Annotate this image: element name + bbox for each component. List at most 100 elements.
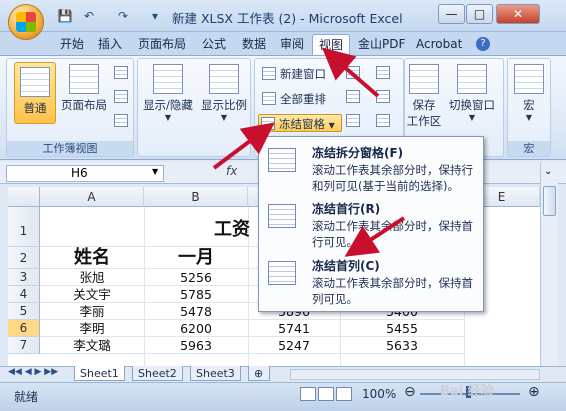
row-header[interactable]: 5 <box>8 303 40 320</box>
menu-item-freeze-panes[interactable]: 冻结拆分窗格(F) 滚动工作表其余部分时，保持行和列可见(基于当前的选择)。 <box>260 140 482 196</box>
tab-review[interactable]: 审阅 <box>274 34 310 54</box>
normal-view-status-icon[interactable] <box>300 387 316 401</box>
expand-formula-bar-icon[interactable]: ⌄ <box>544 166 552 177</box>
tab-kingsoft-pdf[interactable]: 金山PDF <box>352 34 411 54</box>
tab-home[interactable]: 开始 <box>54 34 90 54</box>
minimize-button[interactable]: — <box>438 4 465 24</box>
freeze-first-column-icon <box>268 261 296 285</box>
name-box-chevron-down-icon[interactable]: ▼ <box>152 167 158 176</box>
save-workspace-button[interactable]: 保存 工作区 <box>402 64 446 129</box>
cell-b6[interactable]: 6200 <box>144 320 248 337</box>
cell-a2[interactable]: 姓名 <box>40 247 144 269</box>
sheet-tab-sheet1[interactable]: Sheet1 <box>74 366 125 381</box>
page-layout-status-icon[interactable] <box>318 387 334 401</box>
page-break-status-icon[interactable] <box>336 387 352 401</box>
cell-b7[interactable]: 5963 <box>144 337 248 354</box>
cell-a7[interactable]: 李文璐 <box>40 337 144 354</box>
row-header[interactable]: 1 <box>8 207 40 247</box>
select-all-corner[interactable] <box>8 187 40 207</box>
page-break-preview-icon[interactable] <box>114 66 128 79</box>
cell-b3[interactable]: 5256 <box>144 269 248 286</box>
show-hide-label: 显示/隐藏 <box>143 98 193 112</box>
cell-b1[interactable]: 工资 <box>110 207 250 247</box>
cell-a4[interactable]: 关文宇 <box>40 286 144 303</box>
insert-function-icon[interactable]: fx <box>226 164 237 178</box>
qat-customize-icon[interactable]: ▾ <box>146 8 164 24</box>
maximize-button[interactable]: □ <box>466 4 493 24</box>
macros-label: 宏 <box>523 98 535 112</box>
save-workspace-icon <box>409 64 439 94</box>
freeze-panes-button[interactable]: 冻结窗格 ▼ <box>258 114 342 132</box>
menu-item-desc: 滚动工作表其余部分时，保持首行可见。 <box>312 219 473 249</box>
cell-d6[interactable]: 5455 <box>340 320 464 337</box>
scroll-thumb[interactable] <box>543 186 556 216</box>
row-header[interactable]: 2 <box>8 247 40 269</box>
tab-insert[interactable]: 插入 <box>92 34 128 54</box>
office-button[interactable] <box>8 4 44 40</box>
arrange-all-button[interactable]: 全部重排 <box>260 90 326 108</box>
group-label-workbook-views: 工作簿视图 <box>7 141 133 156</box>
synchronous-scrolling-icon[interactable] <box>376 90 390 103</box>
cell-b4[interactable]: 5785 <box>144 286 248 303</box>
vertical-scrollbar[interactable] <box>540 162 558 366</box>
unhide-window-icon[interactable] <box>346 114 360 127</box>
tab-formulas[interactable]: 公式 <box>196 34 232 54</box>
cell-a6[interactable]: 李明 <box>40 320 144 337</box>
menu-item-freeze-first-column[interactable]: 冻结首列(C) 滚动工作表其余部分时，保持首列可见。 <box>260 253 482 309</box>
status-ready: 就绪 <box>14 390 39 404</box>
normal-view-button[interactable]: 普通 <box>14 62 56 124</box>
switch-windows-button[interactable]: 切换窗口 ▼ <box>444 64 500 122</box>
magnifier-icon <box>209 64 239 94</box>
save-workspace-label-2: 工作区 <box>406 114 442 128</box>
freeze-panes-icon <box>261 117 275 130</box>
close-button[interactable]: ✕ <box>496 4 540 24</box>
undo-icon[interactable]: ↶ <box>80 8 98 24</box>
normal-view-label: 普通 <box>23 101 47 115</box>
cell-c6[interactable]: 5741 <box>248 320 340 337</box>
row-header[interactable]: 6 <box>8 320 40 337</box>
show-hide-button[interactable]: 显示/隐藏 ▼ <box>140 64 196 122</box>
split-icon[interactable] <box>346 66 360 79</box>
tab-acrobat[interactable]: Acrobat <box>410 34 468 54</box>
cell-c7[interactable]: 5247 <box>248 337 340 354</box>
macros-icon <box>514 64 544 94</box>
show-hide-icon <box>153 64 183 94</box>
view-side-by-side-icon[interactable] <box>376 66 390 79</box>
cell-b5[interactable]: 5478 <box>144 303 248 320</box>
save-icon[interactable]: 💾 <box>56 8 74 24</box>
cell-a5[interactable]: 李丽 <box>40 303 144 320</box>
tab-view[interactable]: 视图 <box>312 34 351 56</box>
help-icon[interactable]: ? <box>476 37 490 51</box>
zoom-out-icon[interactable]: ⊖ <box>404 384 416 400</box>
row-header[interactable]: 7 <box>8 337 40 354</box>
window-title: 新建 XLSX 工作表 (2) - Microsoft Excel <box>172 11 403 26</box>
tab-page-layout[interactable]: 页面布局 <box>132 34 192 54</box>
macros-button[interactable]: 宏 ▼ <box>510 64 548 122</box>
sheet-tab-sheet3[interactable]: Sheet3 <box>190 366 241 381</box>
column-header-a[interactable]: A <box>40 187 144 207</box>
name-box[interactable]: H6 <box>6 165 164 182</box>
page-layout-view-button[interactable]: 页面布局 <box>58 64 110 113</box>
zoom-button[interactable]: 显示比例 ▼ <box>198 64 250 122</box>
cell-a3[interactable]: 张旭 <box>40 269 144 286</box>
custom-views-icon[interactable] <box>114 90 128 103</box>
cell-b2[interactable]: 一月 <box>144 247 248 269</box>
menu-item-freeze-top-row[interactable]: 冻结首行(R) 滚动工作表其余部分时，保持首行可见。 <box>260 196 482 252</box>
sheet-nav-first-icon[interactable]: ◀◀ ◀ ▶ ▶▶ <box>8 367 58 377</box>
tab-data[interactable]: 数据 <box>236 34 272 54</box>
full-screen-icon[interactable] <box>114 114 128 127</box>
cell-d7[interactable]: 5633 <box>340 337 464 354</box>
redo-icon[interactable]: ↷ <box>114 8 132 24</box>
row-header[interactable]: 4 <box>8 286 40 303</box>
row-header[interactable]: 3 <box>8 269 40 286</box>
sheet-tab-sheet2[interactable]: Sheet2 <box>132 366 183 381</box>
insert-sheet-icon[interactable]: ⊕ <box>248 366 270 381</box>
menu-item-title: 冻结首列(C) <box>312 259 380 273</box>
zoom-level[interactable]: 100% <box>362 387 396 401</box>
new-window-button[interactable]: 新建窗口 <box>260 65 326 83</box>
hide-window-icon[interactable] <box>346 90 360 103</box>
column-header-b[interactable]: B <box>144 187 248 207</box>
horizontal-scrollbar[interactable] <box>290 369 540 380</box>
reset-window-position-icon[interactable] <box>376 114 390 127</box>
zoom-in-icon[interactable]: ⊕ <box>528 384 540 400</box>
